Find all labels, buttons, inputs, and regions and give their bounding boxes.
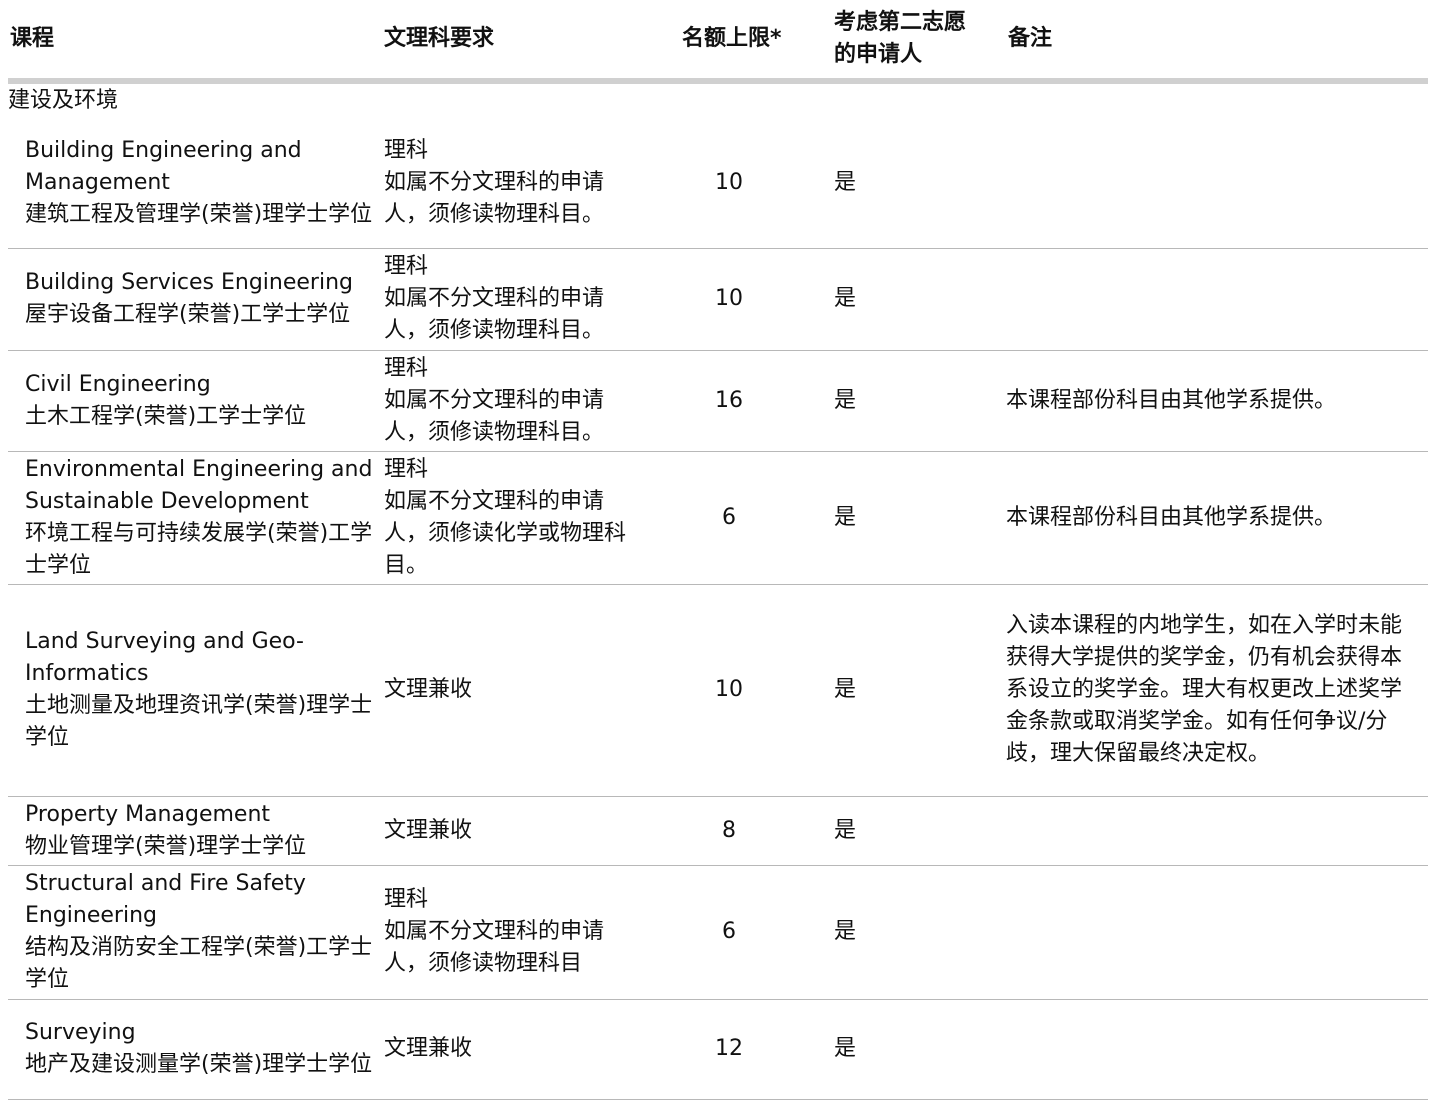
requirement-main: 文理兼收: [384, 817, 473, 843]
course-name-en: Building Services Engineering: [25, 270, 354, 295]
header-quota: 名额上限*: [642, 0, 826, 84]
header-second-choice: 考虑第二志愿 的申请人: [826, 0, 1006, 84]
table-row: Land Surveying and Geo-Informatics 土地测量及…: [8, 584, 1428, 797]
header-second-choice-line2: 的申请人: [834, 42, 923, 67]
second-choice-cell: 是: [826, 999, 1006, 1100]
course-cell: Structural and Fire Safety Engineering 结…: [8, 865, 384, 1000]
group-name: 建设及环境: [8, 88, 119, 113]
table-row: Civil Engineering 土木工程学(荣誉)工学士学位 理科 如属不分…: [8, 350, 1428, 452]
course-cell: Building Services Engineering 屋宇设备工程学(荣誉…: [8, 248, 384, 351]
header-second-choice-line1: 考虑第二志愿: [834, 10, 967, 35]
requirement-main: 理科: [384, 355, 429, 381]
document-page: 课程 文理科要求 名额上限* 考虑第二志愿 的申请人 备注 建设及环境 Buil…: [0, 0, 1434, 1104]
second-choice-cell: 是: [826, 584, 1006, 797]
remark-cell: 本课程部份科目由其他学系提供。: [1006, 451, 1428, 585]
requirement-main: 理科: [384, 137, 429, 163]
course-name-zh: 屋宇设备工程学(荣誉)工学士学位: [25, 302, 351, 327]
remark-cell: 本课程部份科目由其他学系提供。: [1006, 350, 1428, 452]
requirement-main: 文理兼收: [384, 677, 473, 702]
remark-cell: [1006, 796, 1428, 866]
course-name-zh: 环境工程与可持续发展学(荣誉)工学士学位: [25, 520, 373, 578]
quota-cell: 6: [642, 865, 826, 1000]
second-choice-cell: 是: [826, 865, 1006, 1000]
remark-cell: [1006, 999, 1428, 1100]
course-cell: Land Surveying and Geo-Informatics 土地测量及…: [8, 584, 384, 797]
course-name-en: Building Engineering and Management: [25, 137, 302, 195]
requirement-cell: 文理兼收: [384, 999, 642, 1100]
course-name-en: Structural and Fire Safety Engineering: [25, 871, 306, 928]
second-choice-cell: 是: [826, 350, 1006, 452]
requirement-cell: 理科 如属不分文理科的申请人，须修读物理科目。: [384, 118, 642, 249]
remark-cell: 入读本课程的内地学生，如在入学时未能获得大学提供的奖学金，仍有机会获得本系设立的…: [1006, 584, 1428, 797]
second-choice-cell: 是: [826, 451, 1006, 585]
requirement-cell: 理科 如属不分文理科的申请人，须修读化学或物理科目。: [384, 451, 642, 585]
requirement-main: 理科: [384, 254, 429, 279]
requirement-main: 理科: [384, 456, 429, 482]
table-row: Structural and Fire Safety Engineering 结…: [8, 865, 1428, 1000]
group-row: 建设及环境: [8, 81, 1428, 118]
requirement-main: 文理兼收: [384, 1036, 473, 1061]
table-row: Surveying 地产及建设测量学(荣誉)理学士学位 文理兼收 12 是: [8, 999, 1428, 1100]
remark-cell: [1006, 118, 1428, 249]
second-choice-cell: 是: [826, 118, 1006, 249]
requirement-cell: 理科 如属不分文理科的申请人，须修读物理科目。: [384, 350, 642, 452]
course-cell: Property Management 物业管理学(荣誉)理学士学位: [8, 796, 384, 866]
quota-cell: 12: [642, 999, 826, 1100]
table-row: Property Management 物业管理学(荣誉)理学士学位 文理兼收 …: [8, 796, 1428, 866]
requirement-cell: 文理兼收: [384, 796, 642, 866]
quota-cell: 10: [642, 584, 826, 797]
course-cell: Surveying 地产及建设测量学(荣誉)理学士学位: [8, 999, 384, 1100]
course-name-en: Land Surveying and Geo-Informatics: [25, 629, 304, 686]
second-choice-cell: 是: [826, 796, 1006, 866]
programme-table: 课程 文理科要求 名额上限* 考虑第二志愿 的申请人 备注 建设及环境 Buil…: [8, 0, 1428, 1100]
requirement-note: 如属不分文理科的申请人，须修读物理科目。: [384, 387, 605, 445]
course-name-zh: 土木工程学(荣誉)工学士学位: [25, 403, 307, 429]
course-name-en: Property Management: [25, 801, 271, 827]
quota-cell: 6: [642, 451, 826, 585]
header-requirement: 文理科要求: [384, 0, 642, 84]
remark-cell: [1006, 865, 1428, 1000]
quota-cell: 10: [642, 248, 826, 351]
table-row: Environmental Engineering and Sustainabl…: [8, 451, 1428, 585]
header-row: 课程 文理科要求 名额上限* 考虑第二志愿 的申请人 备注: [8, 0, 1428, 84]
requirement-note: 如属不分文理科的申请人，须修读物理科目: [384, 919, 605, 976]
requirement-note: 如属不分文理科的申请人，须修读物理科目。: [384, 286, 605, 343]
quota-cell: 16: [642, 350, 826, 452]
header-remarks: 备注: [1006, 0, 1428, 84]
course-name-zh: 建筑工程及管理学(荣誉)理学士学位: [25, 201, 373, 227]
header-course: 课程: [8, 0, 384, 84]
requirement-cell: 理科 如属不分文理科的申请人，须修读物理科目: [384, 865, 642, 1000]
requirement-main: 理科: [384, 887, 429, 912]
course-name-en: Civil Engineering: [25, 371, 211, 397]
quota-cell: 8: [642, 796, 826, 866]
table-header: 课程 文理科要求 名额上限* 考虑第二志愿 的申请人 备注: [8, 0, 1428, 84]
course-name-zh: 结构及消防安全工程学(荣誉)工学士学位: [25, 935, 373, 992]
course-name-en: Environmental Engineering and Sustainabl…: [25, 456, 373, 514]
course-name-zh: 地产及建设测量学(荣誉)理学士学位: [25, 1052, 373, 1077]
requirement-cell: 理科 如属不分文理科的申请人，须修读物理科目。: [384, 248, 642, 351]
requirement-cell: 文理兼收: [384, 584, 642, 797]
course-cell: Environmental Engineering and Sustainabl…: [8, 451, 384, 585]
quota-cell: 10: [642, 118, 826, 249]
second-choice-cell: 是: [826, 248, 1006, 351]
table-row: Building Engineering and Management 建筑工程…: [8, 118, 1428, 249]
course-name-zh: 物业管理学(荣誉)理学士学位: [25, 833, 307, 859]
course-name-en: Surveying: [25, 1020, 136, 1045]
course-name-zh: 土地测量及地理资讯学(荣誉)理学士学位: [25, 693, 373, 750]
table-row: Building Services Engineering 屋宇设备工程学(荣誉…: [8, 248, 1428, 351]
remark-cell: [1006, 248, 1428, 351]
course-cell: Civil Engineering 土木工程学(荣誉)工学士学位: [8, 350, 384, 452]
requirement-note: 如属不分文理科的申请人，须修读化学或物理科目。: [384, 488, 627, 578]
course-cell: Building Engineering and Management 建筑工程…: [8, 118, 384, 249]
requirement-note: 如属不分文理科的申请人，须修读物理科目。: [384, 169, 605, 227]
